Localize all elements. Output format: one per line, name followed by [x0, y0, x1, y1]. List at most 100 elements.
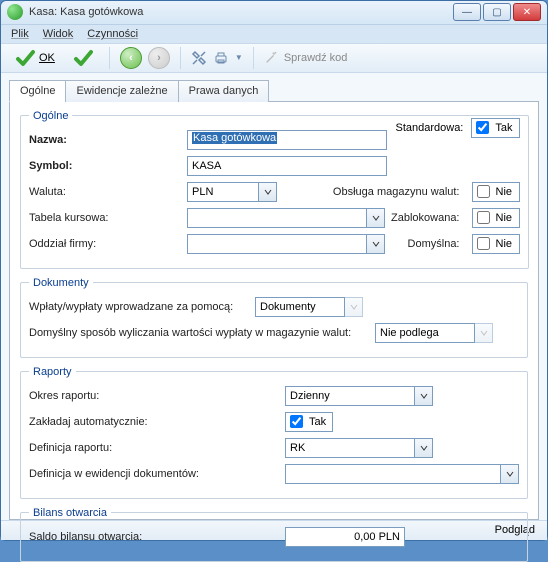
zakladaj-label: Zakładaj automatycznie: — [29, 416, 279, 428]
obsluga-checkbox[interactable]: Nie — [472, 182, 520, 202]
symbol-label: Symbol: — [29, 160, 181, 172]
symbol-input[interactable] — [187, 156, 387, 176]
nav-back-button[interactable]: ‹ — [120, 47, 142, 69]
waluta-label: Waluta: — [29, 186, 181, 198]
dropdown-caret-icon[interactable]: ▼ — [235, 53, 243, 62]
obsluga-checkbox-input[interactable] — [477, 185, 490, 198]
zakladaj-value: Tak — [309, 416, 326, 428]
zablokowana-checkbox-input[interactable] — [477, 211, 490, 224]
chevron-down-icon[interactable] — [501, 464, 519, 484]
chevron-down-icon[interactable] — [415, 386, 433, 406]
chevron-down-icon[interactable] — [415, 438, 433, 458]
saldo-input[interactable] — [285, 527, 405, 547]
wand-icon — [264, 51, 278, 65]
domyslna-label: Domyślna: — [408, 238, 460, 250]
domyslna-value: Nie — [496, 238, 513, 250]
waluta-combo[interactable]: PLN — [187, 182, 277, 202]
tabela-value — [187, 208, 367, 228]
wplaty-value: Dokumenty — [255, 297, 345, 317]
standardowa-checkbox-input[interactable] — [476, 121, 489, 134]
obsluga-value: Nie — [496, 186, 513, 198]
separator — [253, 47, 254, 69]
menu-widok[interactable]: Widok — [43, 28, 74, 40]
obsluga-label: Obsługa magazynu walut: — [333, 186, 460, 198]
print-icon[interactable] — [213, 50, 229, 66]
domyslny-value: Nie podlega — [375, 323, 475, 343]
menubar: Plik Widok Czynności — [1, 25, 547, 44]
ok-label: OK — [39, 52, 55, 64]
group-ogolne: Ogólne Standardowa: Tak Nazwa: Kasa gotó… — [20, 110, 529, 269]
check-icon — [15, 48, 35, 68]
nazwa-value: Kasa gotówkowa — [192, 132, 277, 144]
oddzial-label: Oddział firmy: — [29, 238, 181, 250]
defrap-value: RK — [285, 438, 415, 458]
standardowa-label: Standardowa: — [395, 122, 463, 134]
apply-button[interactable] — [67, 45, 99, 71]
zakladaj-checkbox-input[interactable] — [290, 415, 303, 428]
chevron-down-icon[interactable] — [367, 208, 385, 228]
chevron-down-icon[interactable] — [259, 182, 277, 202]
zakladaj-checkbox[interactable]: Tak — [285, 412, 333, 432]
group-bilans-legend: Bilans otwarcia — [29, 507, 111, 519]
defew-value — [285, 464, 501, 484]
minimize-button[interactable]: — — [453, 3, 481, 21]
chevron-down-icon[interactable] — [475, 323, 493, 343]
tab-prawa[interactable]: Prawa danych — [178, 80, 270, 102]
group-dokumenty-legend: Dokumenty — [29, 277, 93, 289]
nazwa-input[interactable]: Kasa gotówkowa — [187, 130, 387, 150]
waluta-value: PLN — [187, 182, 259, 202]
group-ogolne-legend: Ogólne — [29, 110, 72, 122]
zablokowana-value: Nie — [496, 212, 513, 224]
app-icon — [7, 4, 23, 20]
content: Ogólne Ewidencje zależne Prawa danych Og… — [1, 73, 547, 520]
window-title: Kasa: Kasa gotówkowa — [29, 6, 453, 18]
toolbar: OK ‹ › ▼ Sprawdź kod — [1, 43, 547, 72]
close-button[interactable]: ✕ — [513, 3, 541, 21]
tabela-combo[interactable] — [187, 208, 385, 228]
okres-label: Okres raportu: — [29, 390, 279, 402]
ok-button[interactable]: OK — [9, 45, 61, 71]
defrap-combo[interactable]: RK — [285, 438, 433, 458]
domyslny-label: Domyślny sposób wyliczania wartości wypł… — [29, 327, 369, 339]
domyslna-checkbox[interactable]: Nie — [472, 234, 520, 254]
standardowa-checkbox[interactable]: Tak — [471, 118, 519, 138]
maximize-button[interactable]: ▢ — [483, 3, 511, 21]
chevron-down-icon[interactable] — [367, 234, 385, 254]
okres-combo[interactable]: Dzienny — [285, 386, 433, 406]
tab-ewidencje[interactable]: Ewidencje zależne — [65, 80, 178, 102]
check-icon — [73, 48, 93, 68]
tools-icon[interactable] — [191, 50, 207, 66]
oddzial-combo[interactable] — [187, 234, 385, 254]
tab-ogolne[interactable]: Ogólne — [9, 80, 66, 102]
tab-row: Ogólne Ewidencje zależne Prawa danych — [9, 79, 539, 102]
group-raporty-legend: Raporty — [29, 366, 76, 378]
zablokowana-checkbox[interactable]: Nie — [472, 208, 520, 228]
sprawdz-kod-button[interactable]: Sprawdź kod — [264, 51, 348, 65]
separator — [180, 47, 181, 69]
standardowa-value: Tak — [495, 122, 512, 134]
defew-label: Definicja w ewidencji dokumentów: — [29, 468, 279, 480]
window: Kasa: Kasa gotówkowa — ▢ ✕ Plik Widok Cz… — [0, 0, 548, 541]
defew-combo[interactable] — [285, 464, 519, 484]
nav-forward-button[interactable]: › — [148, 47, 170, 69]
group-bilans: Bilans otwarcia Saldo bilansu otwarcia: — [20, 507, 528, 562]
wplaty-label: Wpłaty/wypłaty wprowadzane za pomocą: — [29, 301, 249, 313]
nazwa-label: Nazwa: — [29, 134, 181, 146]
oddzial-value — [187, 234, 367, 254]
titlebar[interactable]: Kasa: Kasa gotówkowa — ▢ ✕ — [1, 1, 547, 25]
separator — [109, 47, 110, 69]
group-dokumenty: Dokumenty Wpłaty/wypłaty wprowadzane za … — [20, 277, 528, 358]
menu-czynnosci[interactable]: Czynności — [87, 28, 138, 40]
panel-ogolne: Ogólne Standardowa: Tak Nazwa: Kasa gotó… — [9, 102, 539, 520]
okres-value: Dzienny — [285, 386, 415, 406]
defrap-label: Definicja raportu: — [29, 442, 279, 454]
chevron-down-icon[interactable] — [345, 297, 363, 317]
menu-plik[interactable]: Plik — [11, 28, 29, 40]
sprawdz-label: Sprawdź kod — [284, 52, 348, 64]
group-raporty: Raporty Okres raportu: Dzienny Zakładaj … — [20, 366, 528, 499]
wplaty-combo[interactable]: Dokumenty — [255, 297, 363, 317]
domyslny-combo[interactable]: Nie podlega — [375, 323, 493, 343]
domyslna-checkbox-input[interactable] — [477, 237, 490, 250]
zablokowana-label: Zablokowana: — [391, 212, 460, 224]
tabela-label: Tabela kursowa: — [29, 212, 181, 224]
